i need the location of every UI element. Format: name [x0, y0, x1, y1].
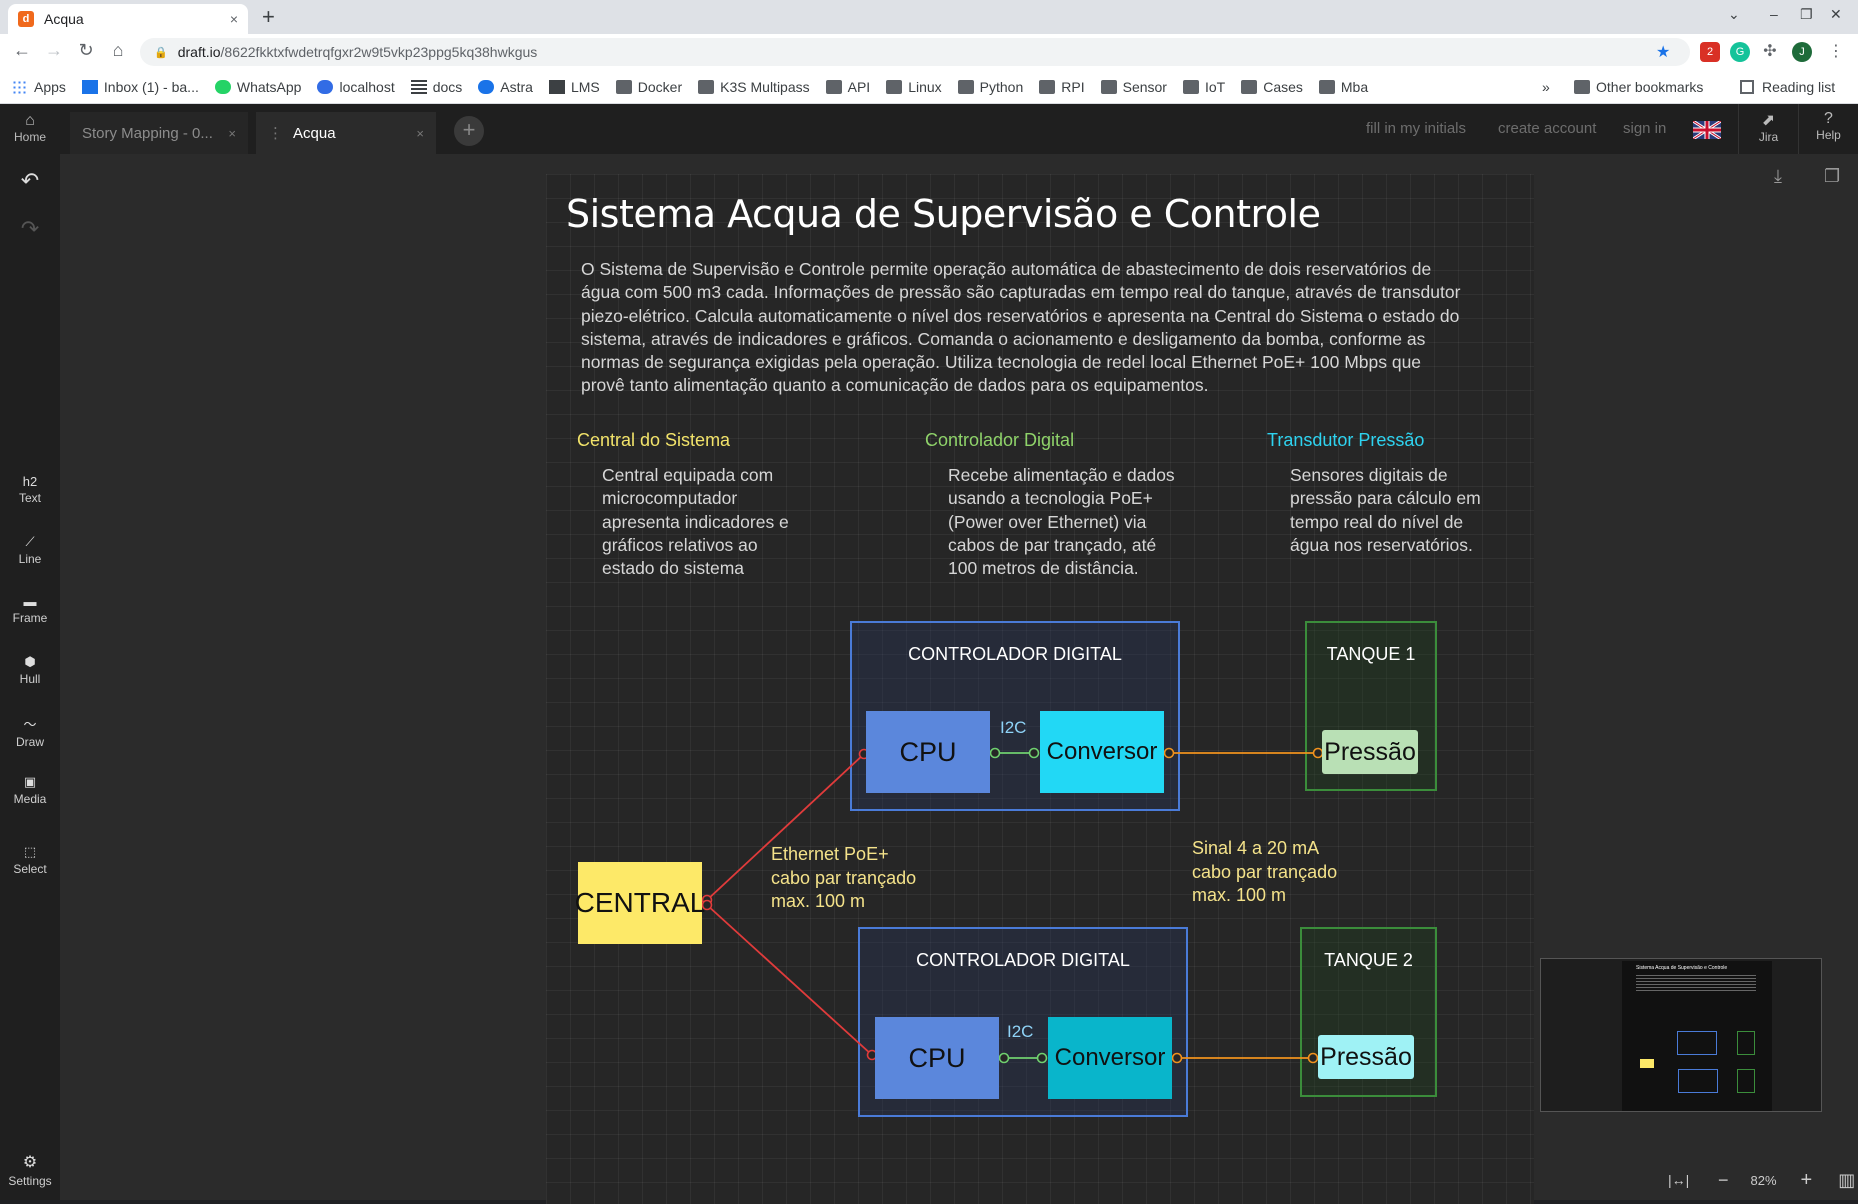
- zoom-out-button[interactable]: −: [1718, 1170, 1729, 1191]
- minimap-viewport[interactable]: Sistema Acqua de Supervisão e Controle: [1622, 961, 1772, 1111]
- ethernet-label[interactable]: Ethernet PoE+ cabo par trançado max. 100…: [771, 843, 916, 914]
- minimap-shape: [1677, 1031, 1717, 1055]
- pressure-node-2[interactable]: Pressão: [1318, 1035, 1414, 1079]
- ethernet-connector-2[interactable]: [706, 904, 873, 1056]
- minimap-shape: [1737, 1069, 1755, 1093]
- signal-label[interactable]: Sinal 4 a 20 mA cabo par trançado max. 1…: [1192, 837, 1337, 908]
- map-icon[interactable]: ▥: [1838, 1170, 1855, 1191]
- label-line: max. 100 m: [771, 891, 866, 911]
- connector-port[interactable]: [1028, 747, 1040, 759]
- minimap-title: Sistema Acqua de Supervisão e Controle: [1636, 965, 1728, 971]
- label-line: Sinal 4 a 20 mA: [1192, 838, 1320, 858]
- connector-port[interactable]: [1307, 1052, 1319, 1064]
- connector-port[interactable]: [989, 747, 1001, 759]
- zoom-controls: |↔| − 82% + ▥: [1654, 1160, 1858, 1200]
- label-line: cabo par trançado: [771, 867, 917, 888]
- label-line: cabo par trançado: [1192, 861, 1338, 882]
- zoom-level: 82%: [1750, 1172, 1777, 1188]
- minimap-shape: [1678, 1069, 1718, 1093]
- minimap-shape: [1737, 1031, 1755, 1055]
- pressure-node-1[interactable]: Pressão: [1322, 730, 1418, 774]
- cpu-node-2[interactable]: CPU: [875, 1017, 999, 1099]
- i2c-label-1[interactable]: I2C: [1000, 718, 1026, 738]
- connector-port[interactable]: [1036, 1052, 1048, 1064]
- connector-port[interactable]: [1171, 1052, 1183, 1064]
- converter-node-1[interactable]: Conversor: [1040, 711, 1164, 793]
- minimap-shape: [1640, 1059, 1654, 1068]
- zoom-in-button[interactable]: +: [1801, 1169, 1813, 1192]
- central-node[interactable]: CENTRAL: [575, 862, 705, 944]
- minimap-text-block: [1636, 975, 1756, 993]
- label-line: max. 100 m: [1192, 885, 1287, 905]
- connector-port[interactable]: [1163, 747, 1175, 759]
- minimap[interactable]: Sistema Acqua de Supervisão e Controle: [1540, 958, 1822, 1112]
- label-line: Ethernet PoE+: [771, 844, 889, 864]
- connector-port[interactable]: [998, 1052, 1010, 1064]
- converter-node-2[interactable]: Conversor: [1048, 1017, 1172, 1099]
- i2c-label-2[interactable]: I2C: [1007, 1022, 1033, 1042]
- cpu-node-1[interactable]: CPU: [866, 711, 990, 793]
- fit-width-icon[interactable]: |↔|: [1668, 1172, 1698, 1188]
